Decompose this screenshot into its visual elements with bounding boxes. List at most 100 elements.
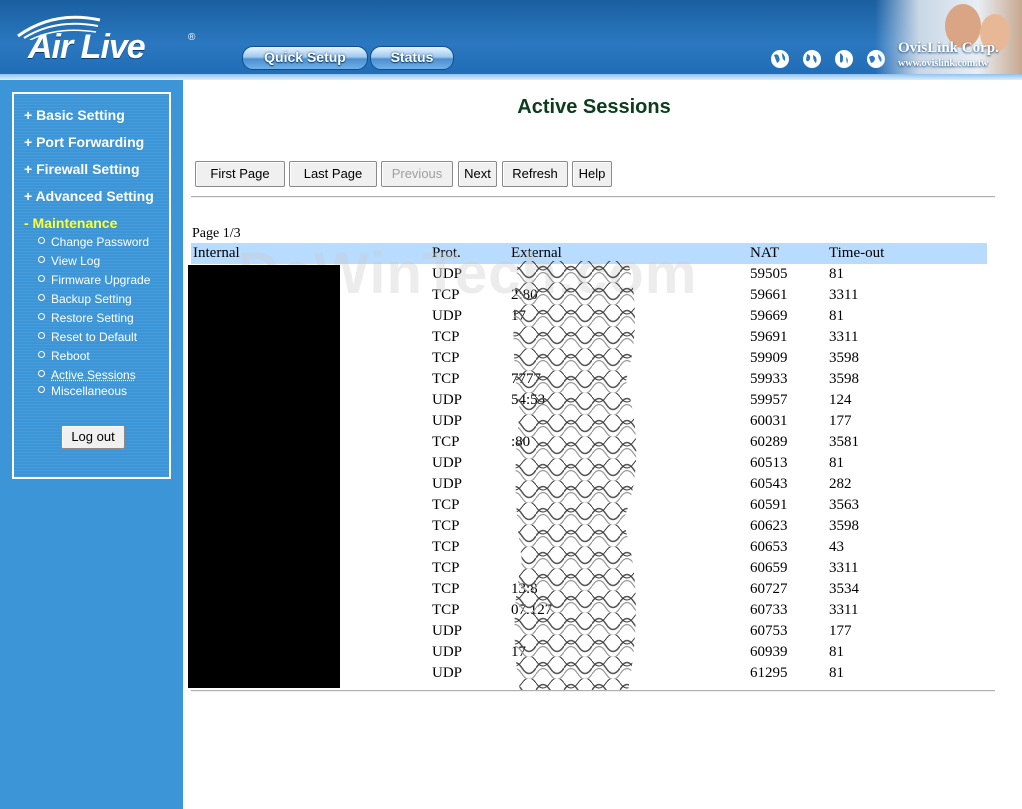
column-nat: NAT (750, 245, 780, 261)
globe-icon[interactable] (834, 49, 854, 69)
cell-nat: 60653 (750, 539, 788, 555)
submenu-label: View Log (51, 254, 101, 268)
submenu-label: Miscellaneous (51, 384, 128, 398)
divider (191, 690, 995, 692)
cell-nat: 60543 (750, 476, 788, 492)
cell-prot: UDP (432, 644, 463, 660)
cell-prot: UDP (432, 413, 463, 429)
cell-nat: 61295 (750, 665, 788, 681)
airlive-logo[interactable]: Air Live ® (14, 10, 204, 68)
submenu-label: Restore Setting (51, 311, 134, 325)
cell-timeout: 124 (829, 392, 852, 408)
bullet-icon (38, 294, 45, 301)
bullet-icon (38, 313, 45, 320)
refresh-button[interactable]: Refresh (502, 161, 568, 187)
submenu-view-log[interactable]: View Log (38, 254, 100, 268)
cell-nat: 59661 (750, 287, 788, 303)
submenu-label: Change Password (51, 235, 150, 249)
cell-timeout: 81 (829, 644, 844, 660)
cell-prot: UDP (432, 623, 463, 639)
last-page-button[interactable]: Last Page (289, 161, 377, 187)
globe-icon[interactable] (770, 49, 790, 69)
submenu-active-sessions[interactable]: Active Sessions (38, 368, 136, 382)
submenu-firmware-upgrade[interactable]: Firmware Upgrade (38, 273, 150, 287)
bullet-icon (38, 275, 45, 282)
cell-prot: TCP (432, 539, 460, 555)
menu-basic-setting[interactable]: + Basic Setting (24, 107, 125, 123)
submenu-reset-to-default[interactable]: Reset to Default (38, 330, 137, 344)
cell-timeout: 81 (829, 266, 844, 282)
cell-timeout: 3311 (829, 287, 859, 303)
cell-nat: 59957 (750, 392, 788, 408)
globe-icon[interactable] (802, 49, 822, 69)
cell-timeout: 3311 (829, 329, 859, 345)
status-button[interactable]: Status (370, 46, 454, 70)
cell-prot: TCP (432, 371, 460, 387)
menu-port-forwarding[interactable]: + Port Forwarding (24, 134, 144, 150)
cell-nat: 60727 (750, 581, 788, 597)
bullet-icon (38, 237, 45, 244)
sidebar: + Basic Setting + Port Forwarding + Fire… (0, 80, 183, 809)
cell-timeout: 177 (829, 623, 852, 639)
cell-prot: TCP (432, 560, 460, 576)
cell-prot: TCP (432, 329, 460, 345)
bullet-icon (38, 332, 45, 339)
cell-timeout: 3563 (829, 497, 859, 513)
cell-prot: UDP (432, 476, 463, 492)
submenu-backup-setting[interactable]: Backup Setting (38, 292, 132, 306)
cell-timeout: 3598 (829, 350, 859, 366)
cell-timeout: 3598 (829, 371, 859, 387)
cell-nat: 60753 (750, 623, 788, 639)
bullet-icon (38, 256, 45, 263)
cell-prot: UDP (432, 308, 463, 324)
redacted-external-column (513, 261, 637, 691)
submenu-miscellaneous[interactable]: Miscellaneous (38, 384, 127, 398)
cell-prot: UDP (432, 392, 463, 408)
help-button[interactable]: Help (572, 161, 612, 187)
next-button[interactable]: Next (458, 161, 497, 187)
submenu-reboot[interactable]: Reboot (38, 349, 90, 363)
menu-maintenance[interactable]: - Maintenance (24, 215, 117, 231)
menu-advanced-setting[interactable]: + Advanced Setting (24, 188, 154, 204)
submenu-label: Backup Setting (51, 292, 132, 306)
page-info: Page 1/3 (192, 226, 241, 241)
cell-prot: UDP (432, 665, 463, 681)
cell-timeout: 3311 (829, 602, 859, 618)
cell-prot: UDP (432, 455, 463, 471)
menu-panel: + Basic Setting + Port Forwarding + Fire… (12, 92, 171, 479)
cell-timeout: 3311 (829, 560, 859, 576)
menu-firewall-setting[interactable]: + Firewall Setting (24, 161, 140, 177)
cell-timeout: 177 (829, 413, 852, 429)
cell-timeout: 81 (829, 455, 844, 471)
cell-nat: 60591 (750, 497, 788, 513)
submenu-restore-setting[interactable]: Restore Setting (38, 311, 134, 325)
first-page-button[interactable]: First Page (195, 161, 285, 187)
registered-mark: ® (188, 32, 196, 43)
cell-nat: 60659 (750, 560, 788, 576)
quick-setup-button[interactable]: Quick Setup (242, 46, 368, 70)
divider (191, 196, 995, 198)
cell-nat: 59691 (750, 329, 788, 345)
cell-nat: 59669 (750, 308, 788, 324)
cell-timeout: 81 (829, 308, 844, 324)
brand-url[interactable]: www.ovislink.com.tw (898, 58, 988, 69)
cell-timeout: 3534 (829, 581, 859, 597)
cell-nat: 60289 (750, 434, 788, 450)
cell-prot: TCP (432, 497, 460, 513)
submenu-label: Active Sessions (51, 368, 136, 382)
cell-timeout: 43 (829, 539, 844, 555)
bullet-icon (38, 370, 45, 377)
previous-button[interactable]: Previous (381, 161, 453, 187)
logout-button[interactable]: Log out (61, 425, 125, 449)
cell-nat: 60623 (750, 518, 788, 534)
bullet-icon (38, 386, 45, 393)
cell-nat: 59909 (750, 350, 788, 366)
submenu-change-password[interactable]: Change Password (38, 235, 149, 249)
cell-prot: TCP (432, 602, 460, 618)
bullet-icon (38, 351, 45, 358)
cell-prot: TCP (432, 350, 460, 366)
cell-nat: 60939 (750, 644, 788, 660)
cell-prot: TCP (432, 434, 460, 450)
column-internal: Internal (193, 245, 240, 261)
submenu-label: Firmware Upgrade (51, 273, 151, 287)
